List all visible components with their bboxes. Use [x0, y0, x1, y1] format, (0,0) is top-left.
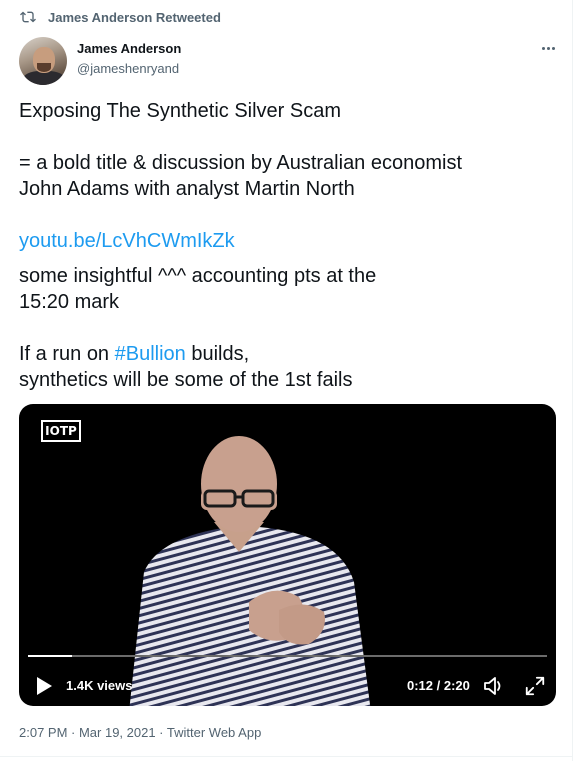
channel-logo: IOTP: [41, 420, 81, 442]
tweet-line: John Adams with analyst Martin North: [19, 178, 355, 200]
play-icon[interactable]: [35, 676, 53, 696]
hashtag-link[interactable]: #Bullion: [115, 343, 186, 365]
progress-fill: [28, 655, 73, 657]
retweet-context[interactable]: James Anderson Retweeted: [20, 7, 221, 27]
tweet-divider: [0, 756, 572, 757]
more-icon: [541, 46, 545, 50]
tweet-timestamp[interactable]: 2:07 PM · Mar 19, 2021 · Twitter Web App: [19, 725, 261, 740]
tweet-line: some insightful ^^^ accounting pts at th…: [19, 265, 377, 287]
tweet-line: Exposing The Synthetic Silver Scam: [19, 100, 342, 122]
tweet-line: = a bold title & discussion by Australia…: [19, 152, 463, 174]
retweet-label[interactable]: James Anderson Retweeted: [48, 10, 221, 25]
tweet-line: synthetics will be some of the 1st fails: [19, 369, 353, 391]
view-count: 1.4K views: [66, 678, 133, 693]
fullscreen-icon[interactable]: [524, 675, 546, 697]
volume-icon[interactable]: [482, 674, 506, 698]
timeline-border-right: [572, 0, 573, 761]
tweet-line-hashtag: If a run on #Bullion builds,: [19, 341, 249, 367]
text-segment: builds,: [185, 343, 250, 365]
video-time: 0:12 / 2:20: [407, 678, 470, 693]
avatar[interactable]: [19, 37, 67, 85]
video-player[interactable]: IOTP 1.4K views 0:12 / 2:20: [19, 404, 556, 706]
progress-bar[interactable]: [28, 655, 547, 657]
author-name[interactable]: James Anderson: [77, 41, 181, 56]
video-frame-person: [129, 436, 371, 706]
author-handle[interactable]: @jameshenryand: [77, 61, 179, 76]
tweet-line: 15:20 mark: [19, 291, 120, 313]
tweet-link[interactable]: youtu.be/LcVhCWmIkZk: [19, 228, 235, 254]
text-segment: If a run on: [19, 343, 115, 365]
retweet-icon: [20, 11, 36, 23]
logo-text: IOTP: [45, 424, 77, 438]
more-options-button[interactable]: [534, 38, 562, 58]
